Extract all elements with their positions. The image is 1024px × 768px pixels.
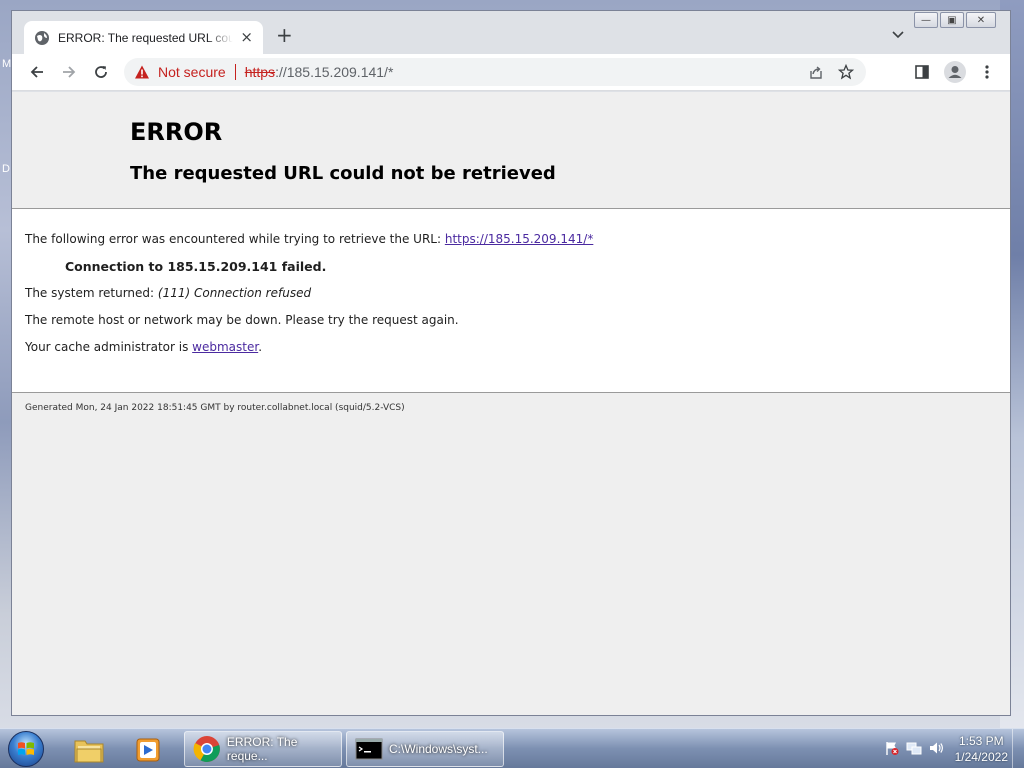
connection-failed-text: Connection to 185.15.209.141 failed. (65, 259, 327, 274)
new-tab-button[interactable]: + (276, 25, 293, 45)
globe-icon (35, 30, 49, 45)
desktop-icon-label[interactable]: M (2, 58, 11, 70)
url-text: ://185.15.209.141/* (275, 64, 394, 80)
taskbar-task-chrome[interactable]: ERROR: The reque... (184, 731, 342, 767)
side-panel-icon (915, 65, 929, 79)
bookmark-star-icon[interactable] (838, 64, 854, 80)
start-button[interactable] (8, 731, 44, 767)
profile-button[interactable] (943, 60, 967, 84)
clock-date: 1/24/2022 (954, 750, 1008, 764)
page-title: ERROR (130, 118, 223, 146)
chrome-icon (193, 736, 220, 762)
browser-toolbar: Not secure https ://185.15.209.141/* (12, 54, 1010, 91)
media-player-icon (136, 738, 160, 762)
window-controls: — ▣ ✕ (914, 12, 996, 28)
browser-menu-button[interactable] (975, 60, 999, 84)
error-body: The following error was encountered whil… (12, 209, 1010, 393)
windows-logo-icon (18, 742, 34, 755)
taskbar-task-label: ERROR: The reque... (226, 735, 298, 763)
reload-button[interactable] (89, 60, 113, 84)
desktop-icon-label[interactable]: D (2, 163, 10, 175)
taskbar-explorer-button[interactable] (63, 733, 115, 767)
system-tray (884, 740, 944, 756)
taskbar-task-label: C:\Windows\syst... (389, 742, 488, 756)
webmaster-link[interactable]: webmaster (192, 340, 258, 354)
tab-close-icon[interactable]: × (240, 30, 253, 45)
remote-host-text: The remote host or network may be down. … (25, 313, 459, 327)
error-intro-text: The following error was encountered whil… (25, 232, 445, 246)
generated-footer: Generated Mon, 24 Jan 2022 18:51:45 GMT … (25, 403, 405, 413)
security-status-label[interactable]: Not secure (158, 64, 226, 80)
clock-time: 1:53 PM (958, 734, 1004, 748)
warning-icon[interactable] (134, 64, 150, 80)
taskbar-media-player-button[interactable] (122, 733, 174, 767)
maximize-button[interactable]: ▣ (940, 12, 964, 28)
command-prompt-icon (355, 738, 383, 760)
tab-search-chevron-icon[interactable] (892, 30, 904, 40)
arrow-right-icon (63, 66, 76, 78)
close-window-button[interactable]: ✕ (966, 12, 996, 28)
network-icon[interactable] (906, 740, 922, 756)
taskbar-task-cmd[interactable]: C:\Windows\syst... (346, 731, 504, 767)
minimize-button[interactable]: — (914, 12, 938, 28)
show-desktop-button[interactable] (1012, 729, 1024, 768)
action-center-flag-icon[interactable] (884, 740, 900, 756)
system-returned-label: The system returned: (25, 286, 158, 300)
url-scheme: https (244, 64, 276, 80)
omnibox-divider (234, 64, 236, 80)
tab-title: ERROR: The requested URL could not be re… (58, 30, 233, 45)
arrow-left-icon (30, 66, 43, 78)
browser-tab-active[interactable]: ERROR: The requested URL could not be re… (24, 21, 263, 54)
back-button[interactable] (25, 60, 49, 84)
error-header: ERROR The requested URL could not be ret… (12, 92, 1010, 209)
omnibox-actions (808, 58, 866, 86)
taskbar-clock[interactable]: 1:53 PM 1/24/2022 (955, 733, 1008, 765)
forward-button[interactable] (57, 60, 81, 84)
taskbar: ERROR: The reque... C:\Windows\syst... 1… (0, 728, 1024, 768)
error-intro-line: The following error was encountered whil… (25, 232, 593, 246)
profile-avatar-icon (944, 61, 966, 83)
cache-admin-label: Your cache administrator is (25, 340, 193, 354)
system-error-text: (111) Connection refused (157, 286, 312, 300)
folder-icon (74, 740, 104, 763)
reload-icon (95, 66, 107, 78)
side-panel-button[interactable] (910, 60, 934, 84)
cache-admin-line: Your cache administrator is webmaster. (25, 340, 262, 354)
address-bar[interactable]: Not secure https ://185.15.209.141/* (124, 58, 866, 86)
page-subtitle: The requested URL could not be retrieved (130, 163, 556, 184)
page-content: ERROR The requested URL could not be ret… (12, 92, 1010, 715)
requested-url-link[interactable]: https://185.15.209.141/* (445, 232, 593, 246)
system-returned-line: The system returned: (111) Connection re… (25, 286, 311, 300)
browser-window: — ▣ ✕ ERROR: The requested URL could not… (11, 10, 1011, 716)
cache-admin-suffix: . (258, 340, 263, 354)
share-icon[interactable] (808, 64, 824, 80)
kebab-menu-icon (985, 65, 989, 79)
volume-icon[interactable] (928, 740, 944, 756)
